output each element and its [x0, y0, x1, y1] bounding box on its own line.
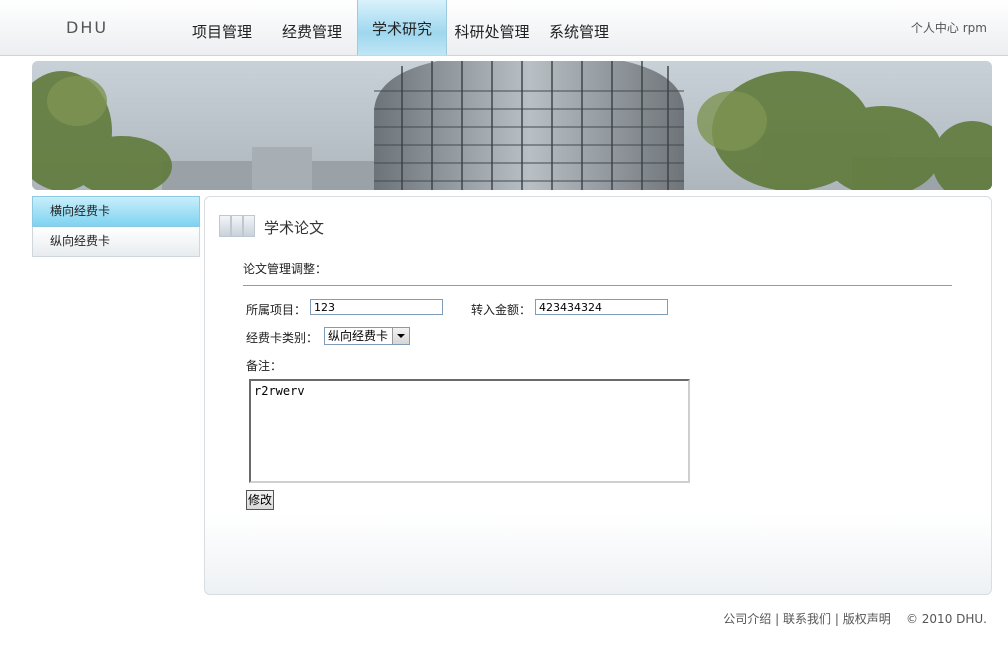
nav-item-system[interactable]: 系统管理 [540, 0, 618, 55]
user-center-link[interactable]: 个人中心 [911, 21, 959, 35]
sidebar-item-vertical-card[interactable]: 纵向经费卡 [32, 227, 200, 257]
panel-title-icon [219, 215, 255, 237]
amount-input[interactable]: 423434324 [535, 299, 668, 315]
logo: DHU [66, 18, 109, 37]
amount-label: 转入金额： [471, 303, 532, 317]
project-input[interactable]: 123 [310, 299, 443, 315]
footer: 公司介绍 | 联系我们 | 版权声明 © 2010 DHU. [723, 610, 987, 627]
footer-link-about[interactable]: 公司介绍 [723, 612, 771, 626]
page-title: 学术论文 [264, 219, 325, 237]
content-panel: 学术论文 论文管理调整： 所属项目： 123 转入金额： 423434324 经… [204, 196, 992, 595]
nav-item-funding[interactable]: 经费管理 [272, 0, 352, 55]
footer-separator: | [834, 612, 839, 626]
copyright-text: © 2010 DHU. [905, 612, 987, 626]
user-name: rpm [962, 21, 987, 35]
section-heading: 论文管理调整： [243, 262, 328, 276]
footer-link-copyright[interactable]: 版权声明 [843, 612, 891, 626]
section-divider [243, 285, 952, 286]
chevron-down-icon[interactable] [392, 328, 409, 344]
banner-illustration [32, 61, 992, 190]
note-textarea[interactable]: r2rwerv [249, 379, 690, 483]
footer-separator: | [775, 612, 780, 626]
card-type-select[interactable]: 纵向经费卡 [324, 327, 410, 345]
nav-item-research-office[interactable]: 科研处管理 [449, 0, 535, 55]
project-label: 所属项目： [246, 303, 307, 317]
submit-button[interactable]: 修改 [246, 490, 274, 510]
note-label: 备注： [246, 359, 283, 373]
banner-image [32, 61, 992, 190]
top-navbar: DHU 项目管理 经费管理 学术研究 科研处管理 系统管理 个人中心 rpm [0, 0, 1008, 56]
sidebar-item-horizontal-card[interactable]: 横向经费卡 [32, 196, 200, 227]
footer-link-contact[interactable]: 联系我们 [783, 612, 831, 626]
card-type-label: 经费卡类别： [246, 331, 319, 345]
sidebar: 横向经费卡 纵向经费卡 [32, 196, 200, 257]
user-area: 个人中心 rpm [911, 19, 987, 36]
card-type-selected-value: 纵向经费卡 [328, 329, 389, 343]
nav-item-research[interactable]: 学术研究 [357, 0, 447, 55]
nav-item-projects[interactable]: 项目管理 [182, 0, 262, 55]
